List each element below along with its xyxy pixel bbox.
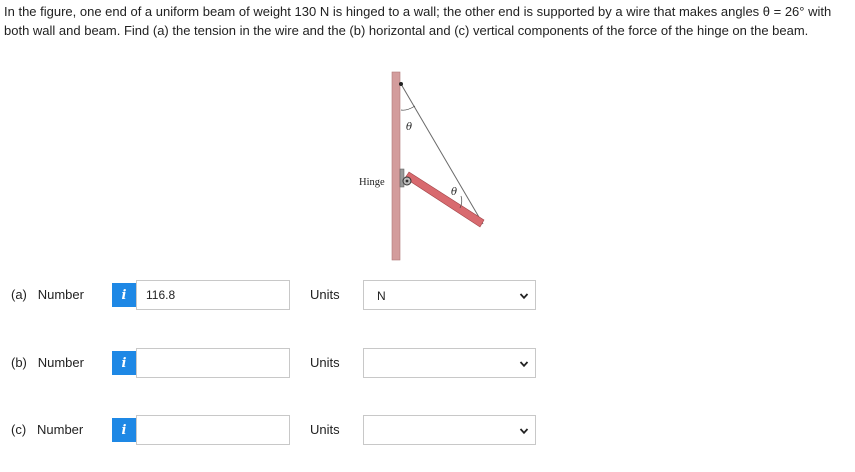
info-icon[interactable]: i [112,283,136,307]
units-value-a: N [377,289,386,303]
answer-row-a: (a) Number i Units N [0,279,855,311]
answer-c-input[interactable] [136,415,290,445]
units-select-b[interactable] [363,348,536,378]
problem-statement: In the figure, one end of a uniform beam… [4,4,832,38]
answer-b-input[interactable] [136,348,290,378]
info-icon[interactable]: i [112,351,136,375]
theta-label-top: θ [406,122,412,133]
units-select-a[interactable]: N [363,280,536,310]
units-label-c: Units [310,422,340,437]
part-b-label: (b) Number [11,355,84,370]
wire-anchor [399,82,403,86]
part-a-label: (a) Number [11,287,84,302]
theta-label-bottom: θ [451,187,457,198]
beam-figure: θ θ Hinge [359,71,485,261]
hinge-label: Hinge [359,177,385,188]
part-c-label: (c) Number [11,422,84,437]
chevron-down-icon [519,361,529,368]
angle-arc-top [400,105,416,111]
chevron-down-icon [519,428,529,435]
answer-row-b: (b) Number i Units [0,347,855,379]
info-icon[interactable]: i [112,418,136,442]
beam [404,171,485,228]
answer-row-c: (c) Number i Units [0,414,855,446]
units-label-b: Units [310,355,340,370]
wire [400,83,484,225]
units-label-a: Units [310,287,340,302]
chevron-down-icon [519,293,529,300]
answer-a-input[interactable] [136,280,290,310]
units-select-c[interactable] [363,415,536,445]
wall [391,71,401,261]
hinge-bracket [399,168,405,188]
